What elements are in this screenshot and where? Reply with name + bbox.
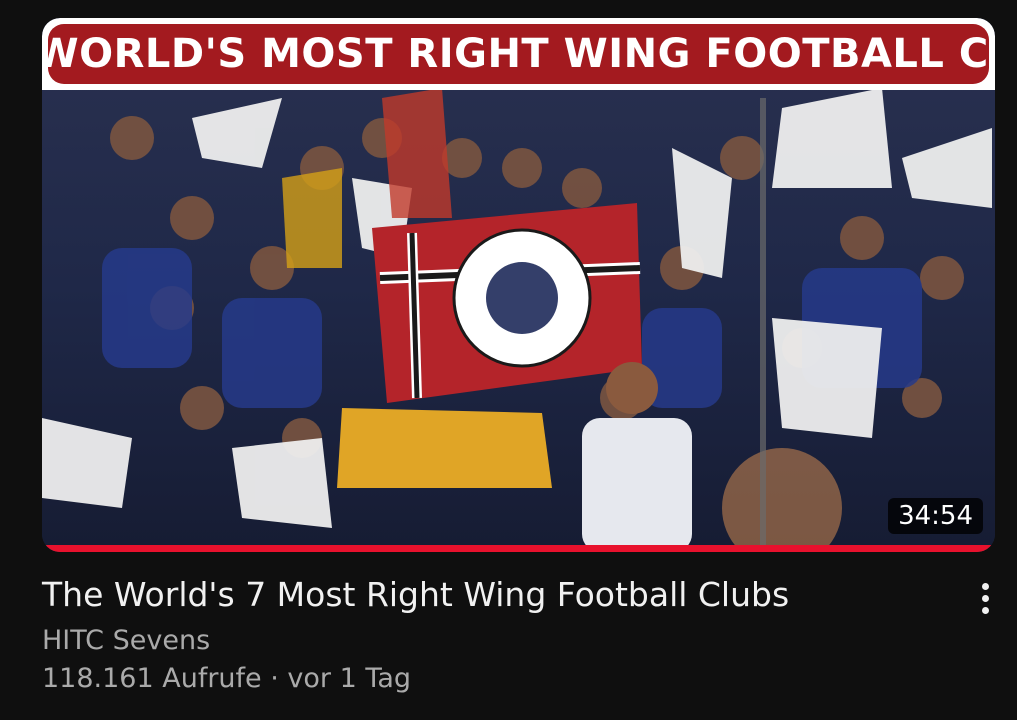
stats-separator: · (261, 663, 288, 694)
video-meta: The World's 7 Most Right Wing Football C… (42, 572, 942, 698)
more-options-icon[interactable] (970, 578, 1000, 618)
channel-name[interactable]: HITC Sevens (42, 622, 942, 660)
thumbnail-image (42, 18, 995, 552)
video-title[interactable]: The World's 7 Most Right Wing Football C… (42, 572, 942, 618)
thumbnail-banner: The World's Most Right Wing Football Clu… (42, 18, 995, 90)
thumbnail-banner-text: The World's Most Right Wing Football Clu… (42, 24, 995, 84)
video-thumbnail[interactable]: The World's Most Right Wing Football Clu… (42, 18, 995, 552)
video-stats: 118.161 Aufrufe · vor 1 Tag (42, 660, 942, 698)
view-count: 118.161 Aufrufe (42, 663, 262, 694)
video-card[interactable]: The World's Most Right Wing Football Clu… (0, 0, 1017, 720)
watch-progress-bar (42, 545, 995, 552)
duration-badge: 34:54 (888, 498, 983, 534)
watch-progress-fill (42, 545, 995, 552)
upload-age: vor 1 Tag (287, 663, 412, 694)
